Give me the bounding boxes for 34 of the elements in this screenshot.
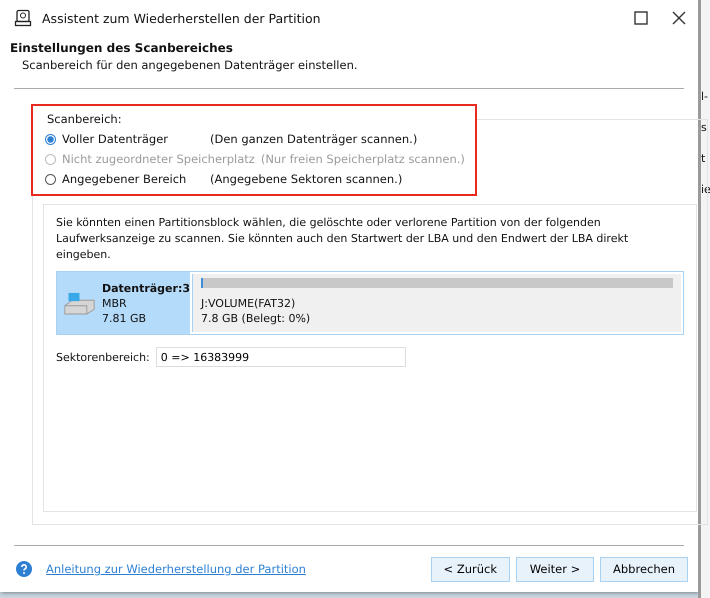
radio-button[interactable] [45,174,56,184]
group-legend: Scanbereich: [47,112,465,126]
dialog-button[interactable]: < Zurück [430,556,510,582]
option-label: Nicht zugeordneter Speicherplatz [62,152,255,166]
maximize-icon[interactable] [634,11,648,25]
option-label: Voller Datenträger [62,132,170,146]
window-title: Assistent zum Wiederherstellen der Partition [42,10,322,26]
cut-text: l- [701,90,710,103]
option-label: Angegebener Bereich [62,172,188,186]
help-link[interactable]: Anleitung zur Wiederherstellung der Partition [46,562,306,576]
dialog-button[interactable]: Weiter > [516,556,594,582]
drive-icon [63,290,96,316]
disk-name: Datenträger:3 [102,280,190,296]
disk-size: 7.81 GB [102,310,148,326]
option-hint: (Nur freien Speicherplatz scannen.) [260,152,465,166]
partition-name: J:VOLUME(FAT32) [201,296,296,311]
partition-block[interactable]: J:VOLUME(FAT32) 7.8 GB (Belegt: 0%) [192,274,681,332]
sector-range-field[interactable]: 0 => 16383999 [156,347,406,367]
close-icon[interactable] [672,11,686,25]
disk-icon [14,9,32,27]
option-hint: (Den ganzen Datenträger scannen.) [210,132,418,146]
radio-button[interactable] [45,134,56,144]
help-icon[interactable] [16,561,32,577]
disk-type: MBR [102,296,128,310]
disk-item[interactable]: Datenträger:3 MBR 7.81 GB [57,272,190,334]
cut-text: s [701,121,708,134]
dialog-button[interactable]: Abbrechen [600,556,688,582]
section-title: Einstellungen des Scanbereiches [10,41,234,55]
sector-range-label: Sektorenbereich: [56,350,150,364]
cut-text: t [701,152,706,165]
section-subtitle: Scanbereich für den angegebenen Datenträger einstellen. [21,58,359,72]
option-hint: (Angegebene Sektoren scannen.) [210,172,402,186]
description-text: Sie könnten einen Partitionsblock wählen, die gelöschte oder verlorene Partition von der folgenden Laufwerksanzeige zu scannen. Sie könnten auch den Startwert der LBA und den Endwert der LBA direkt eingeben. [56,215,630,263]
partition-info: 7.8 GB (Belegt: 0%) [201,311,312,326]
